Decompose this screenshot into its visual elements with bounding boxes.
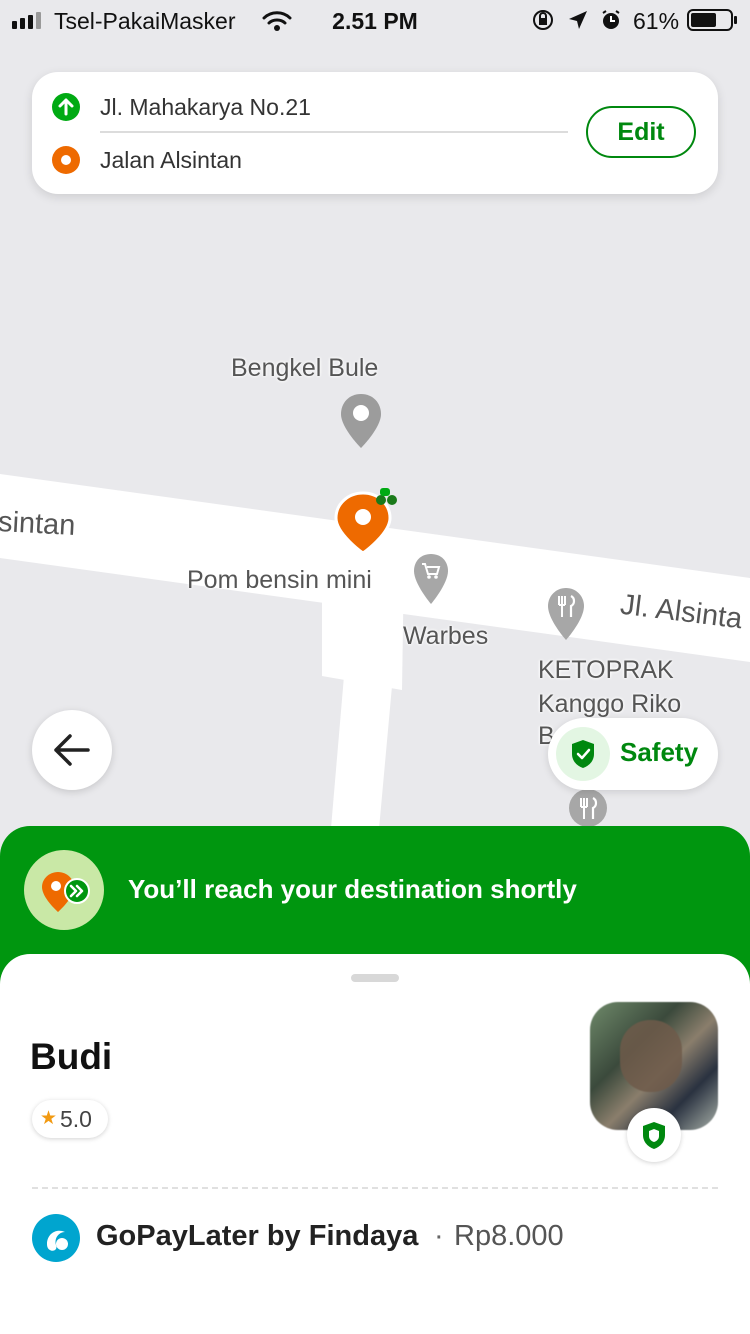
location-arrow-icon (569, 11, 587, 29)
driver-rating: 5.0 (60, 1106, 92, 1132)
safety-label: Safety (620, 737, 699, 767)
battery-percent: 61% (633, 8, 680, 34)
sheet-divider (32, 1187, 718, 1189)
driver-rating-chip: ★ 5.0 (32, 1100, 108, 1138)
safety-shield-icon (556, 727, 610, 781)
shopping-cart-pin-icon[interactable] (412, 552, 450, 606)
back-arrow-icon (54, 734, 90, 766)
map-label-ketoprak: KETOPRAK (538, 656, 674, 684)
payment-separator: · (434, 1220, 444, 1252)
map-label-warbes: Warbes (403, 622, 489, 650)
status-bar: Tsel-PakaiMasker 2.51 PM 61% (0, 0, 750, 40)
driver-name: Budi (30, 1036, 113, 1077)
restaurant-pin-icon[interactable] (546, 586, 586, 642)
back-button[interactable] (32, 710, 112, 790)
route-divider (100, 131, 568, 133)
orientation-lock-icon (533, 10, 553, 30)
destination-dot-icon (52, 146, 80, 174)
sheet-drag-handle[interactable] (351, 974, 399, 982)
trip-bottom-sheet[interactable]: Budi ★ 5.0 GoPayLater by Findaya · Rp8.0… (0, 954, 750, 1334)
restaurant-pin-icon-2[interactable] (567, 788, 609, 828)
alarm-icon (602, 10, 620, 29)
trip-status-text: You’ll reach your destination shortly (128, 874, 577, 904)
road-label-left: sintan (0, 505, 77, 543)
gopaylater-icon (32, 1214, 80, 1262)
star-icon: ★ (40, 1108, 58, 1129)
pickup-address[interactable]: Jl. Mahakarya No.21 (100, 94, 311, 121)
payment-amount: Rp8.000 (454, 1220, 564, 1252)
edit-route-button[interactable]: Edit (586, 106, 696, 158)
driver-bike-icon (376, 488, 397, 505)
map-label-pom: Pom bensin mini (187, 566, 372, 594)
verified-shield-icon (627, 1108, 681, 1162)
payment-method[interactable]: GoPayLater by Findaya (96, 1220, 418, 1253)
destination-arrival-icon (24, 850, 104, 930)
map-label-ketoprak-2: Kanggo Riko (538, 690, 682, 718)
poi-pin-icon[interactable] (339, 392, 383, 450)
map-label-bengkel: Bengkel Bule (231, 354, 379, 382)
destination-address[interactable]: Jalan Alsintan (100, 147, 242, 174)
pickup-arrow-icon (52, 93, 80, 121)
safety-button[interactable]: Safety (548, 718, 718, 790)
battery-icon (687, 9, 737, 31)
